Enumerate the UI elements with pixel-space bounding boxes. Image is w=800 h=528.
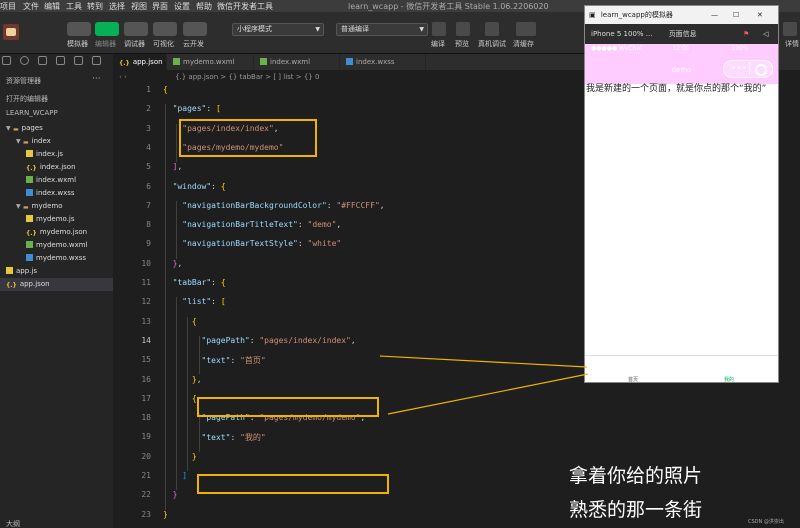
watermark: CSDN @洪崇出 [748,519,784,525]
arrow-to-mine-tab [387,373,589,415]
arrow-to-home-tab [379,355,588,368]
lyric-line-2: 熟悉的那一条街 [569,499,703,521]
annotation-arrows [379,355,589,415]
lyric-line-1: 拿着你给的照片 [569,465,703,487]
